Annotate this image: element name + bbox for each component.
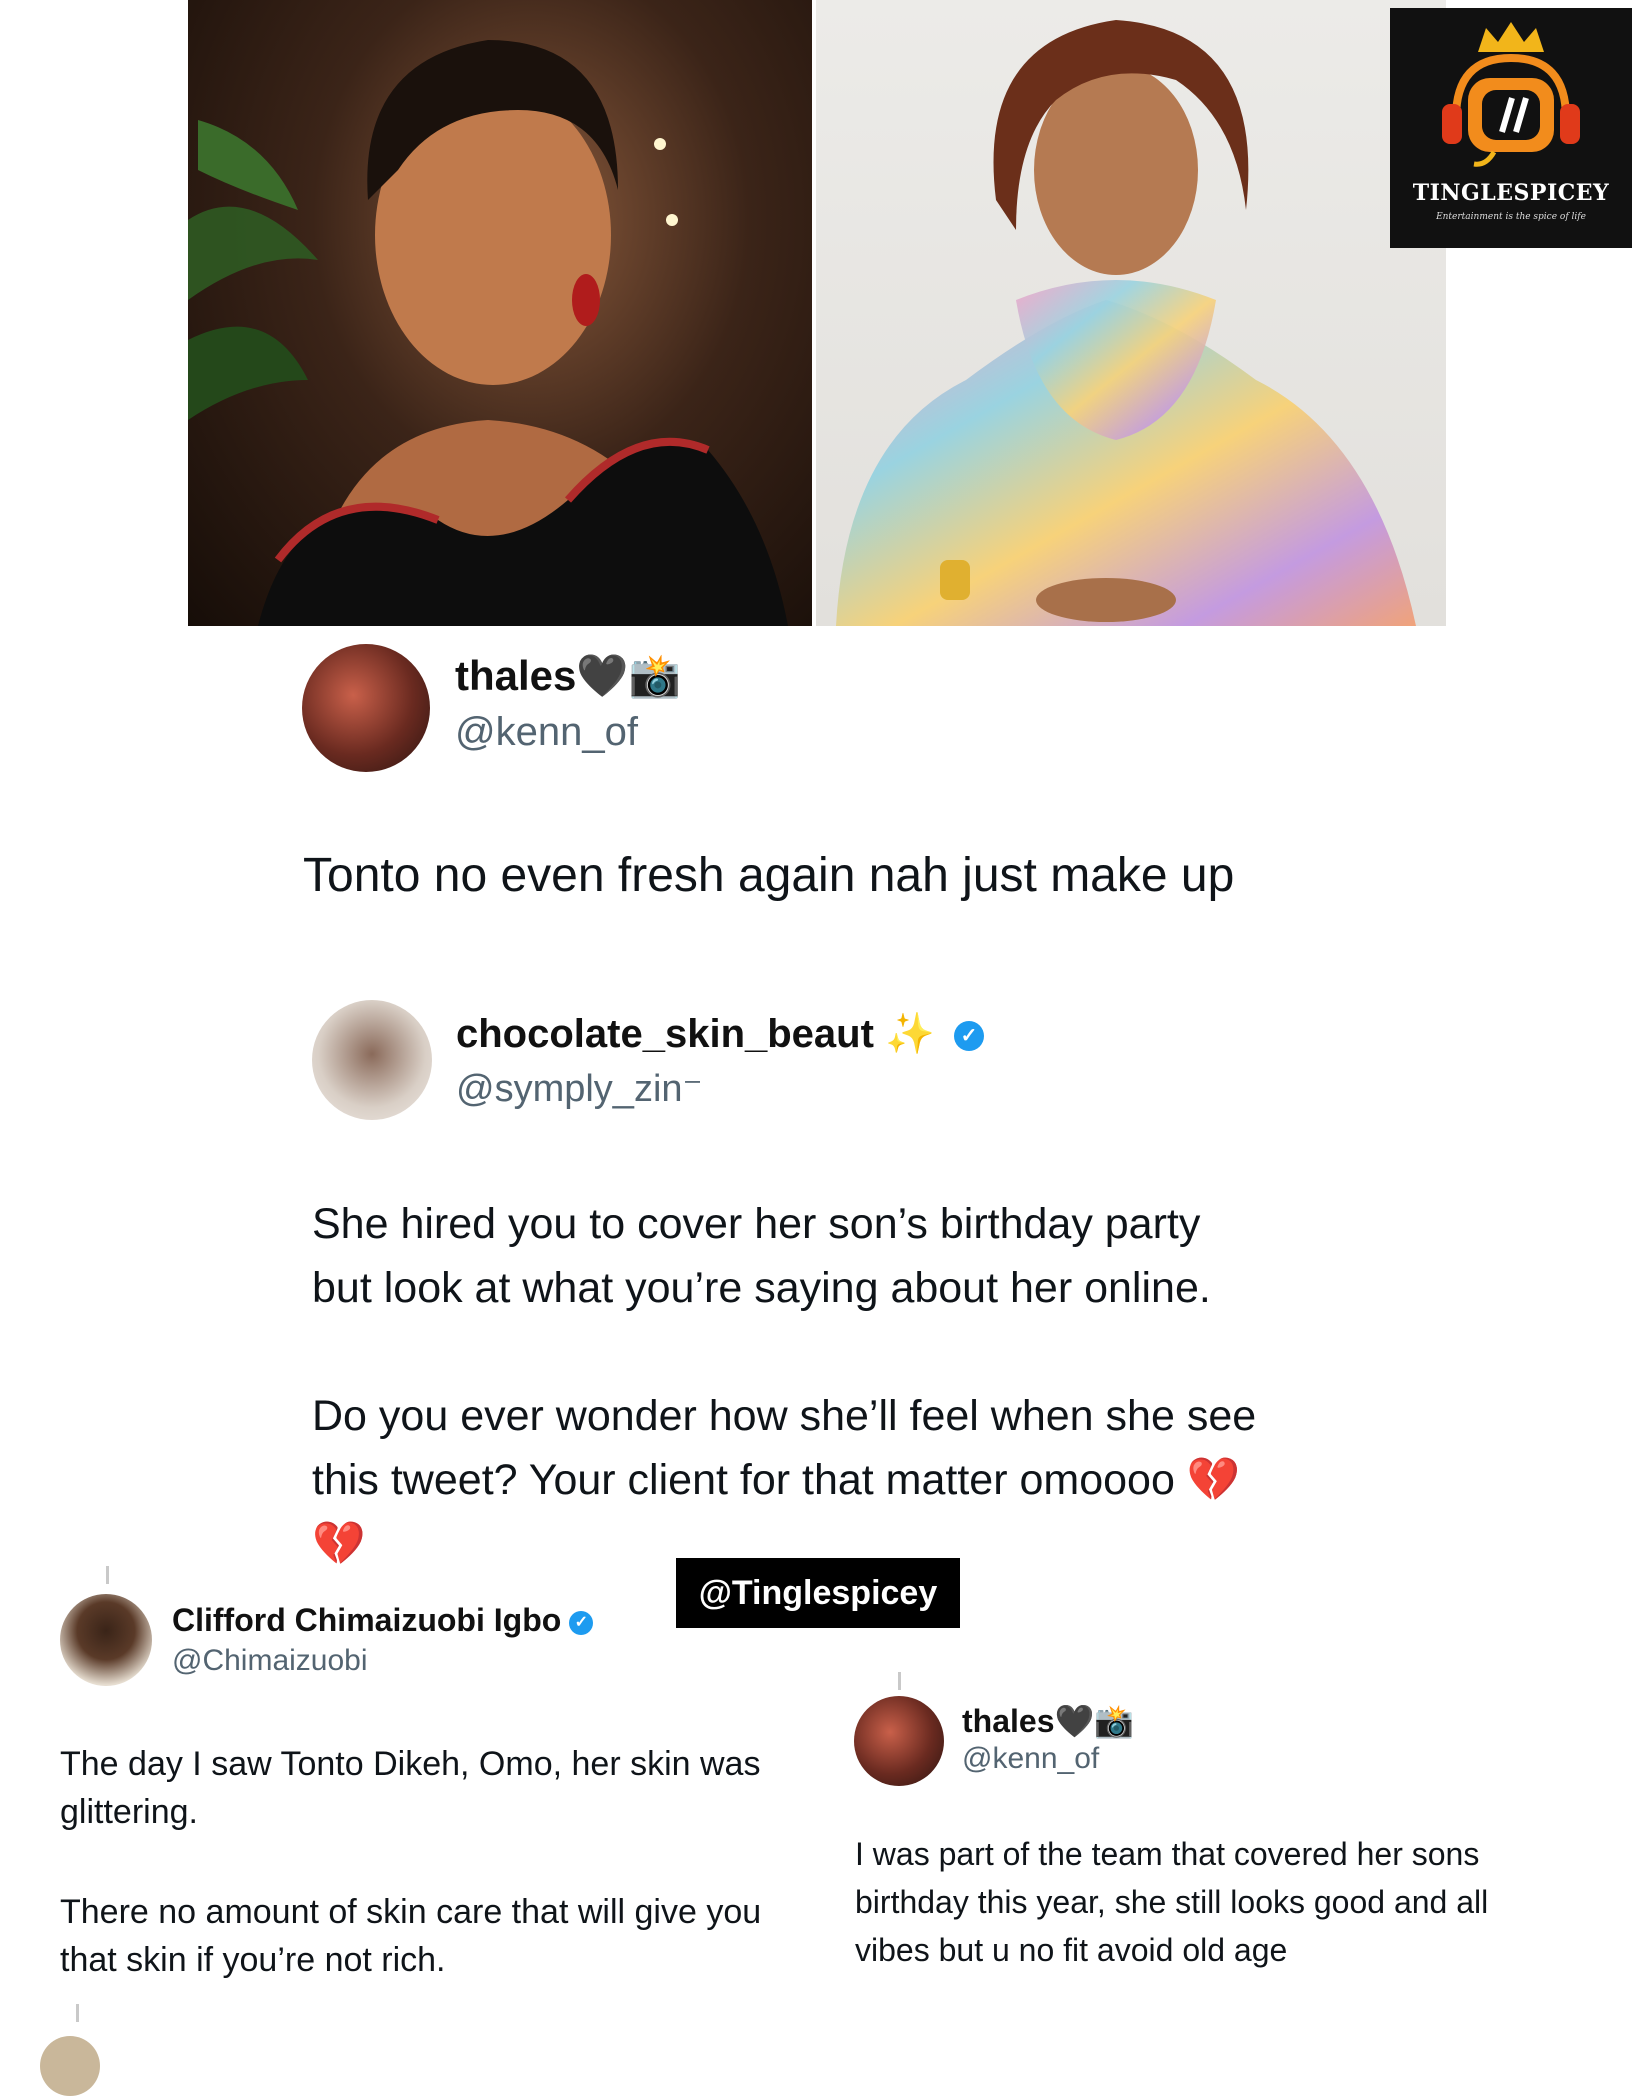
tweet4-line: birthday this year, she still looks good… <box>855 1884 1489 1920</box>
sparkle-emoji: ✨ <box>885 1012 935 1056</box>
avatar-clifford[interactable] <box>60 1594 152 1686</box>
tweet4-name[interactable]: thales🖤📸 <box>962 1702 1134 1740</box>
tweet4-line: vibes but u no fit avoid old age <box>855 1932 1288 1968</box>
tinglespicey-logo: TINGLESPICEY Entertainment is the spice … <box>1390 8 1632 248</box>
tweet3-line: The day I saw Tonto Dikeh, Omo, her skin… <box>60 1745 761 1783</box>
tweet1-name[interactable]: thales🖤📸 <box>455 652 681 701</box>
photo-right-illustration <box>836 20 1416 626</box>
avatar-thales[interactable] <box>854 1696 944 1786</box>
tweet3-handle[interactable]: @Chimaizuobi <box>172 1644 368 1678</box>
tweet2-name[interactable]: chocolate_skin_beaut ✨ ✓ <box>456 1010 984 1057</box>
tweet1-name-text: thales <box>455 652 577 699</box>
tweet2-handle[interactable]: @symply_zin⁻ <box>456 1066 703 1111</box>
tweet4-line: I was part of the team that covered her … <box>855 1836 1480 1872</box>
thread-line <box>898 1672 901 1690</box>
tweet3-line: There no amount of skin care that will g… <box>60 1893 762 1931</box>
photo-left-illustration <box>188 40 788 626</box>
avatar-chocolate-skin-beaut[interactable] <box>312 1000 432 1120</box>
thread-line <box>76 2004 79 2022</box>
avatar-partial <box>40 2036 100 2096</box>
tweet2-text: She hired you to cover her son’s birthda… <box>312 1192 1256 1576</box>
photo-tonto-right <box>816 0 1446 626</box>
tweet2-line: Do you ever wonder how she’ll feel when … <box>312 1392 1257 1440</box>
tweet1-name-emojis: 🖤📸 <box>576 652 681 699</box>
tweet2-name-text: chocolate_skin_beaut <box>456 1012 874 1056</box>
tweet3-text: The day I saw Tonto Dikeh, Omo, her skin… <box>60 1740 761 1984</box>
tweet4-name-emojis: 🖤📸 <box>1054 1703 1135 1739</box>
tweet4-text: I was part of the team that covered her … <box>855 1830 1488 1974</box>
tweet2-line: this tweet? Your client for that matter … <box>312 1456 1241 1504</box>
tweet3-line: glittering. <box>60 1793 198 1831</box>
logo-tagline: Entertainment is the spice of life <box>1436 212 1586 222</box>
logo-icon <box>1442 22 1580 167</box>
tweet3-line: that skin if you’re not rich. <box>60 1941 446 1979</box>
tinglespicey-watermark: @Tinglespicey <box>676 1558 960 1628</box>
tweet1-handle[interactable]: @kenn_of <box>455 710 638 755</box>
thread-line <box>106 1566 109 1584</box>
tweet4-handle[interactable]: @kenn_of <box>962 1742 1099 1776</box>
avatar-thales[interactable] <box>302 644 430 772</box>
tweet2-line: She hired you to cover her son’s birthda… <box>312 1200 1201 1248</box>
verified-badge-icon: ✓ <box>954 1021 984 1052</box>
tweet3-name-text: Clifford Chimaizuobi Igbo <box>172 1602 562 1638</box>
tweet3-name[interactable]: Clifford Chimaizuobi Igbo ✓ <box>172 1602 594 1639</box>
logo-title: TINGLESPICEY <box>1412 180 1610 206</box>
tweet2-line: but look at what you’re saying about her… <box>312 1264 1211 1312</box>
photo-tonto-left <box>188 0 812 626</box>
verified-badge-icon: ✓ <box>569 1610 594 1635</box>
tweet4-name-text: thales <box>962 1703 1055 1739</box>
tweet1-text: Tonto no even fresh again nah just make … <box>303 849 1235 902</box>
